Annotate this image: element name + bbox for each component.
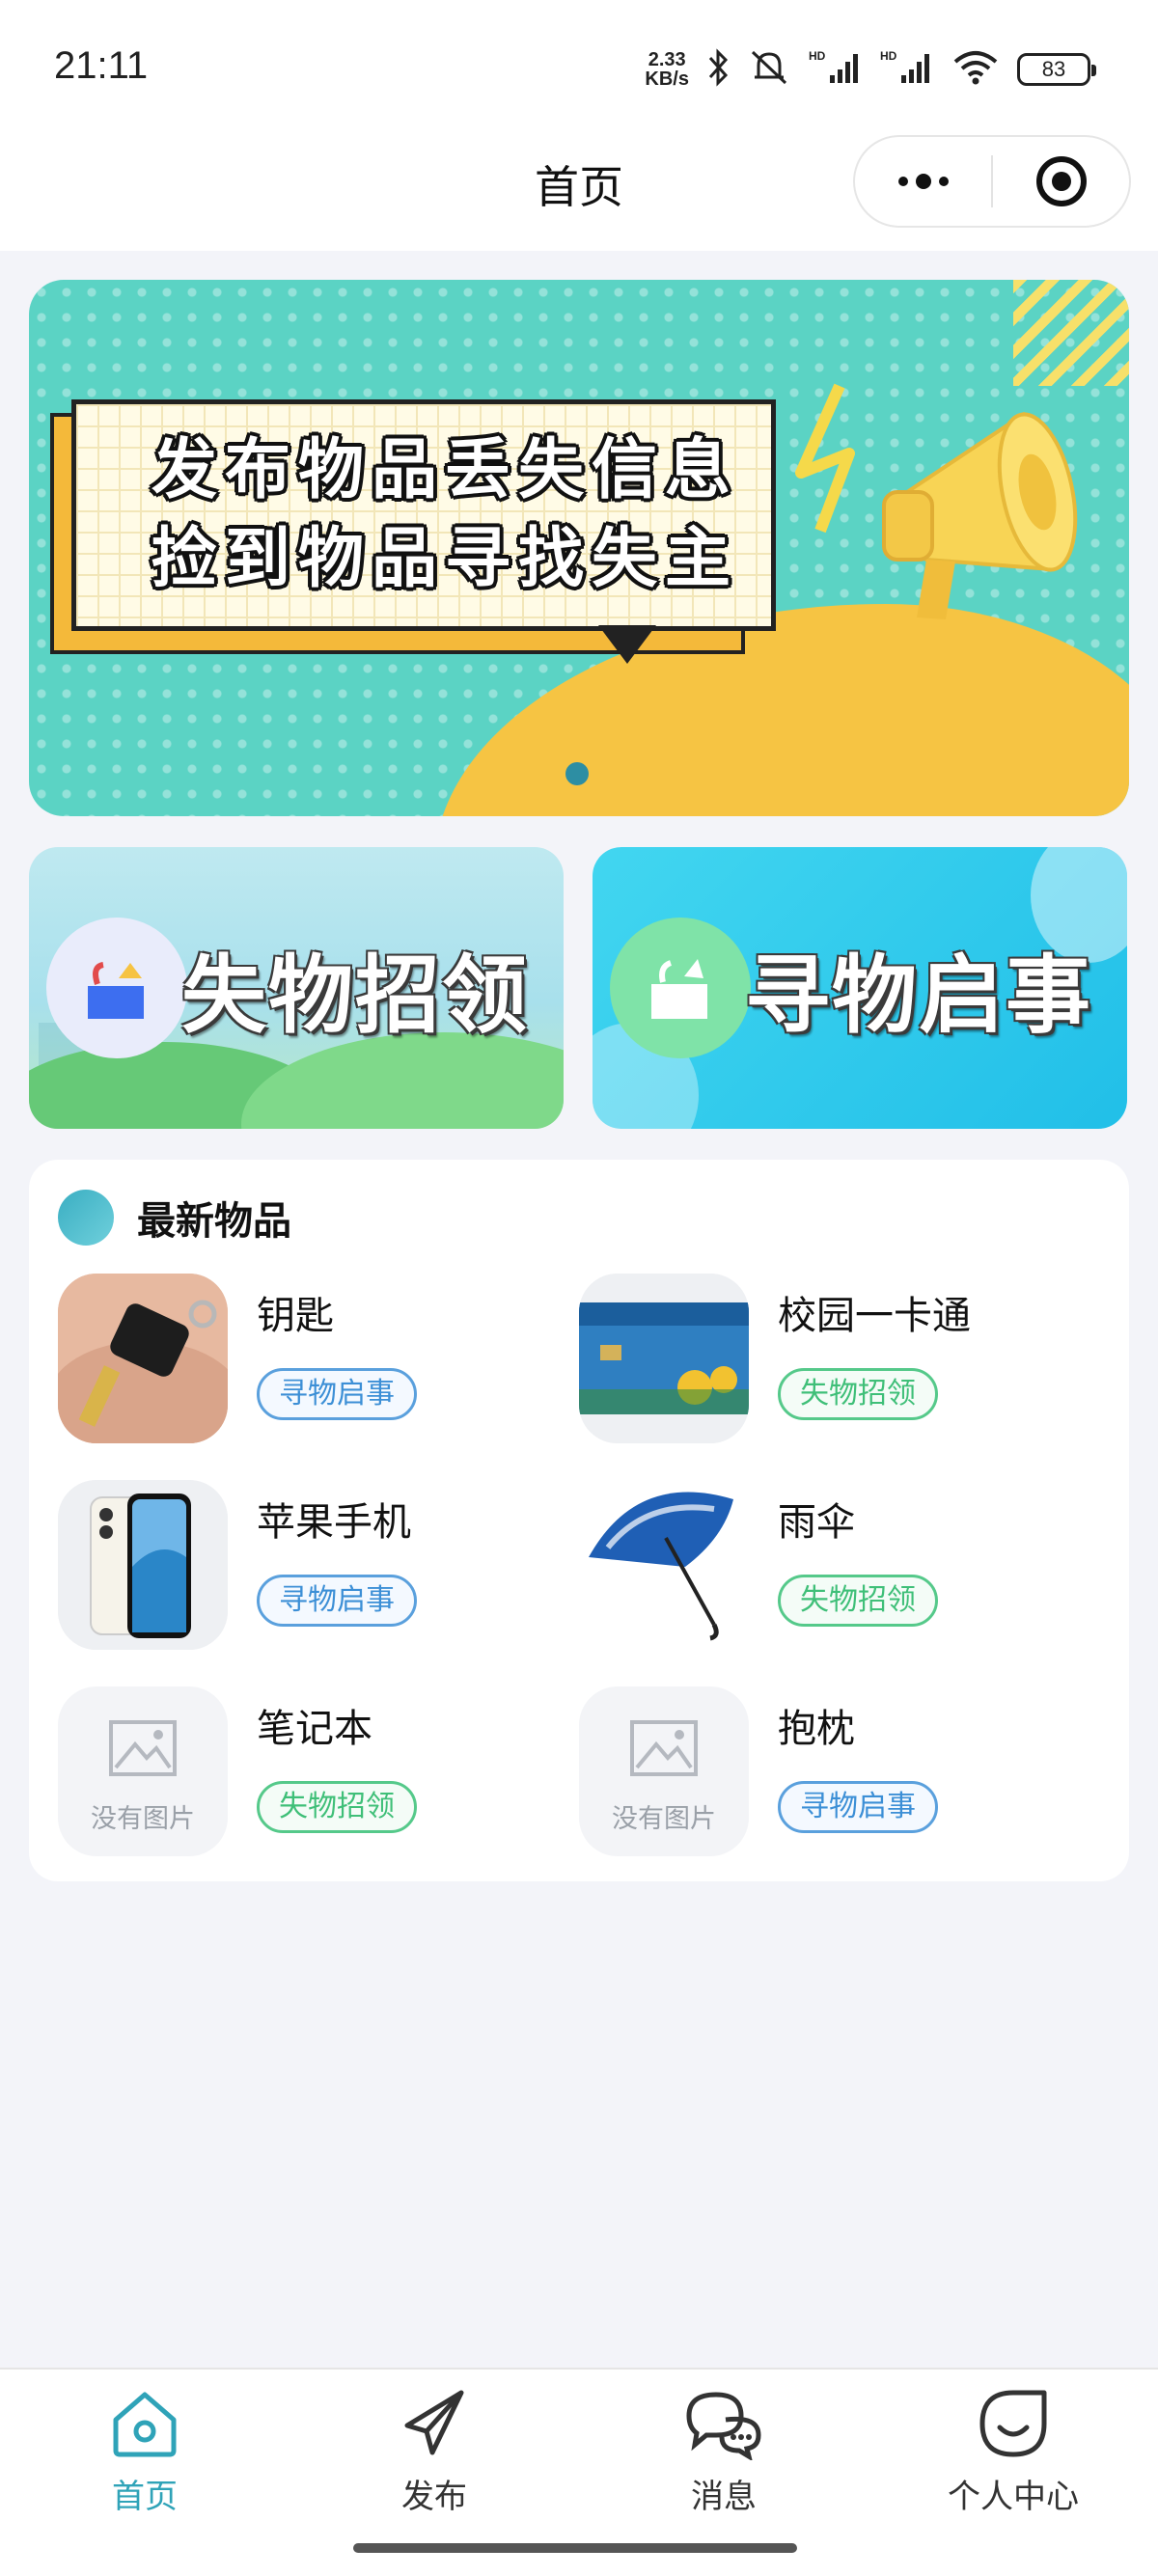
network-speed: 2.33 KB/s [645,50,689,89]
carousel-indicator-dot[interactable] [565,762,589,785]
item-tag: 失物招领 [778,1575,938,1627]
megaphone-icon [762,347,1090,679]
network-speed-unit: KB/s [645,69,689,90]
item-name: 苹果手机 [257,1500,411,1545]
lost-and-found-label: 失物招领 [181,945,530,1045]
banner-line-2: 捡到物品寻找失主 [152,521,739,597]
item-name: 笔记本 [257,1707,372,1751]
banner-carousel[interactable]: 发布物品丢失信息 捡到物品寻找失主 [29,280,1129,816]
box-search-icon [610,918,751,1058]
wifi-icon [951,48,1000,91]
speech-tail [598,625,656,664]
bluetooth-icon [706,48,730,91]
nav-bar: 首页 [0,135,1158,251]
section-title: 最新物品 [137,1199,291,1244]
mini-program-capsule [853,135,1131,228]
tab-label: 首页 [112,2478,178,2516]
phone-photo [58,1480,228,1650]
lost-item-notice-card[interactable]: 寻物启事 [593,847,1127,1129]
status-time: 21:11 [54,44,149,87]
tab-profile[interactable]: 个人中心 [868,2370,1158,2530]
item-name: 钥匙 [257,1294,334,1338]
status-bar: 21:11 2.33 KB/s HD HD 83 [0,0,1158,135]
bottom-tab-bar: 首页 发布 消息 个人中心 [0,2368,1158,2530]
target-circle-icon [1035,156,1087,206]
chat-bubbles-icon [683,2387,764,2464]
item-tag: 失物招领 [778,1368,938,1420]
tab-messages[interactable]: 消息 [579,2370,868,2530]
no-image-label: 没有图片 [91,1804,195,1834]
item-name: 雨伞 [778,1500,855,1545]
no-image-placeholder: 没有图片 [58,1686,228,1856]
close-mini-program-button[interactable] [993,137,1129,226]
no-image-label: 没有图片 [612,1804,716,1834]
key-photo [58,1274,228,1443]
tab-publish[interactable]: 发布 [290,2370,579,2530]
item-name: 抱枕 [778,1707,855,1751]
lost-and-found-card[interactable]: 失物招领 [29,847,564,1129]
battery-level: 83 [1041,57,1066,81]
item-name: 校园一卡通 [778,1294,971,1338]
item-card[interactable]: 校园一卡通 失物招领 [579,1274,1081,1445]
tab-label: 个人中心 [948,2478,1079,2516]
smile-face-icon [977,2387,1050,2464]
svg-text:HD: HD [809,49,826,63]
lost-item-notice-label: 寻物启事 [745,945,1093,1045]
section-header: 最新物品 [58,1189,291,1247]
paper-plane-icon [398,2387,471,2464]
item-card[interactable]: 没有图片 抱枕 寻物启事 [579,1686,1081,1858]
tab-home[interactable]: 首页 [0,2370,290,2530]
mute-icon [747,48,791,91]
status-icons: 2.33 KB/s HD HD 83 [645,42,1096,96]
item-tag: 寻物启事 [257,1368,417,1420]
home-indicator-area [0,2530,1158,2576]
more-button[interactable] [855,137,991,226]
image-placeholder-icon [109,1720,177,1776]
banner-line-1: 发布物品丢失信息 [152,432,739,508]
item-tag: 寻物启事 [257,1575,417,1627]
battery-icon: 83 [1017,53,1096,86]
more-dots-icon [897,174,949,189]
item-tag: 失物招领 [257,1781,417,1833]
network-speed-value: 2.33 [648,49,686,70]
item-card[interactable]: 雨伞 失物招领 [579,1480,1081,1652]
banner-speech-box: 发布物品丢失信息 捡到物品寻找失主 [71,399,776,631]
open-box-icon [46,918,187,1058]
image-placeholder-icon [630,1720,698,1776]
latest-items-panel: 最新物品 钥匙 寻物启事 校园一卡通 失物招领 苹果手机 寻物启事 雨伞 失物招… [29,1160,1129,1881]
item-card[interactable]: 没有图片 笔记本 失物招领 [58,1686,560,1858]
umbrella-photo [579,1480,749,1650]
home-indicator[interactable] [353,2543,797,2553]
tab-label: 发布 [401,2478,467,2516]
home-icon [108,2387,181,2464]
tab-label: 消息 [691,2478,757,2516]
no-image-placeholder: 没有图片 [579,1686,749,1856]
card-photo [579,1274,749,1443]
signal-hd-icon: HD [809,48,863,91]
item-card[interactable]: 苹果手机 寻物启事 [58,1480,560,1652]
item-tag: 寻物启事 [778,1781,938,1833]
svg-text:HD: HD [880,49,897,63]
signal-hd-icon: HD [880,48,934,91]
section-dot-icon [58,1190,114,1246]
item-card[interactable]: 钥匙 寻物启事 [58,1274,560,1445]
